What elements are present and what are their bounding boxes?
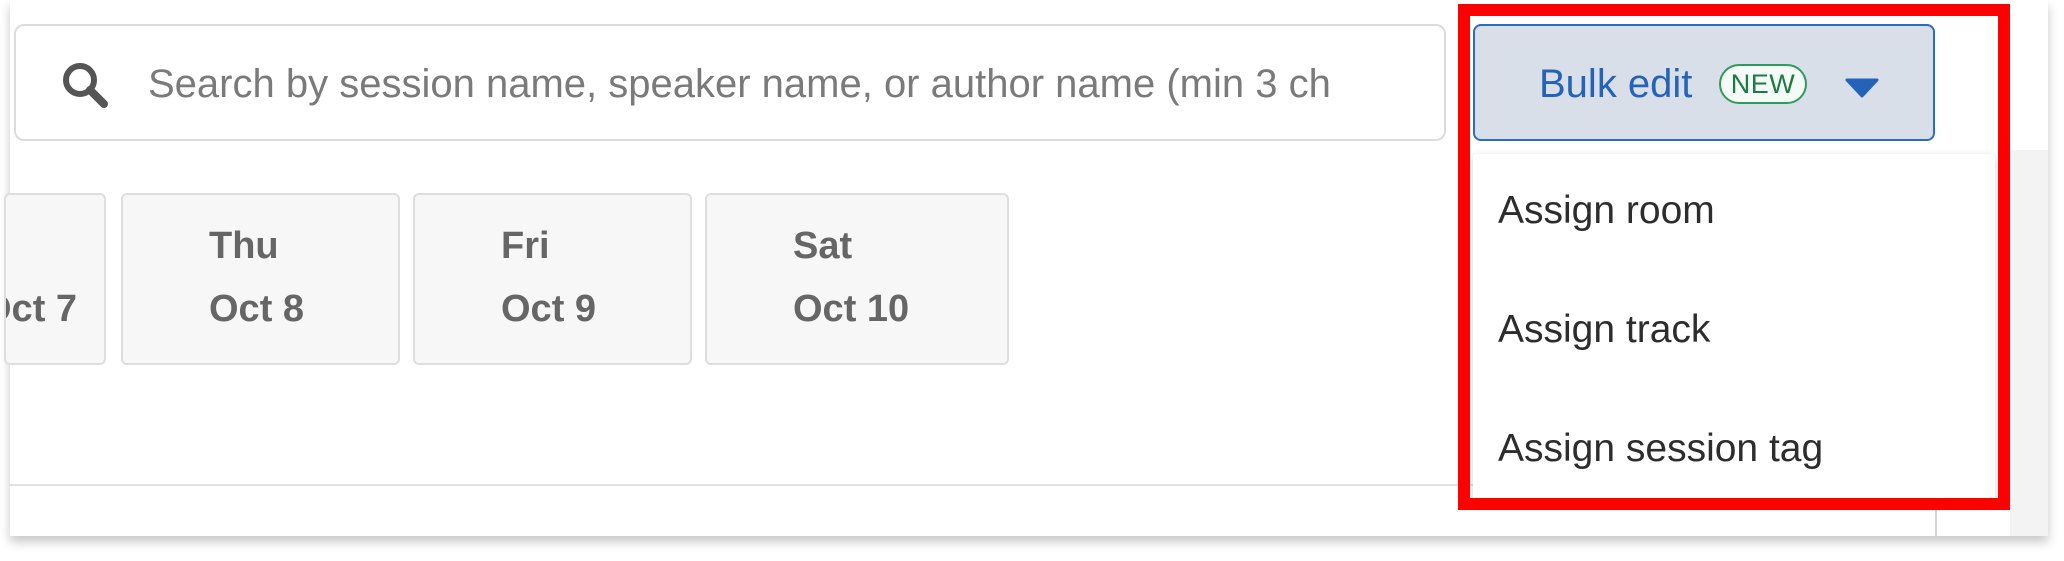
search-box[interactable] <box>14 24 1446 141</box>
day-tab-oct-8[interactable]: Thu Oct 8 <box>121 193 400 365</box>
menu-item-label: Assign track <box>1498 308 1711 351</box>
search-input[interactable] <box>148 52 1388 116</box>
day-tab-oct-7[interactable]: Oct 7 <box>4 193 106 365</box>
bulk-edit-button[interactable]: Bulk edit NEW <box>1473 24 1935 141</box>
screen: Oct 7 Thu Oct 8 Fri Oct 9 Sat Oct 10 Bul… <box>0 0 2064 561</box>
menu-item-label: Assign session tag <box>1498 427 1824 470</box>
menu-item-assign-room[interactable]: Assign room <box>1473 154 1995 264</box>
day-tab-weekday: Fri <box>501 225 550 267</box>
bulk-edit-menu: Assign room Assign track Assign session … <box>1473 154 1995 504</box>
new-badge: NEW <box>1719 64 1807 104</box>
day-tab-date: Oct 9 <box>501 288 597 330</box>
day-tab-oct-10[interactable]: Sat Oct 10 <box>705 193 1009 365</box>
day-tab-weekday: Sat <box>793 225 853 267</box>
day-tab-date: Oct 7 <box>6 288 78 330</box>
scroll-area-edge <box>2010 150 2048 536</box>
caret-down-icon <box>1845 78 1879 98</box>
menu-item-assign-session-tag[interactable]: Assign session tag <box>1473 392 1995 502</box>
bulk-edit-label: Bulk edit <box>1539 62 1693 106</box>
day-tab-date: Oct 8 <box>209 288 305 330</box>
day-tab-oct-9[interactable]: Fri Oct 9 <box>413 193 692 365</box>
menu-item-label: Assign room <box>1498 189 1715 232</box>
search-icon <box>63 63 108 108</box>
menu-item-assign-track[interactable]: Assign track <box>1473 273 1995 383</box>
day-tab-date: Oct 10 <box>793 288 910 330</box>
day-tab-weekday: Thu <box>209 225 279 267</box>
